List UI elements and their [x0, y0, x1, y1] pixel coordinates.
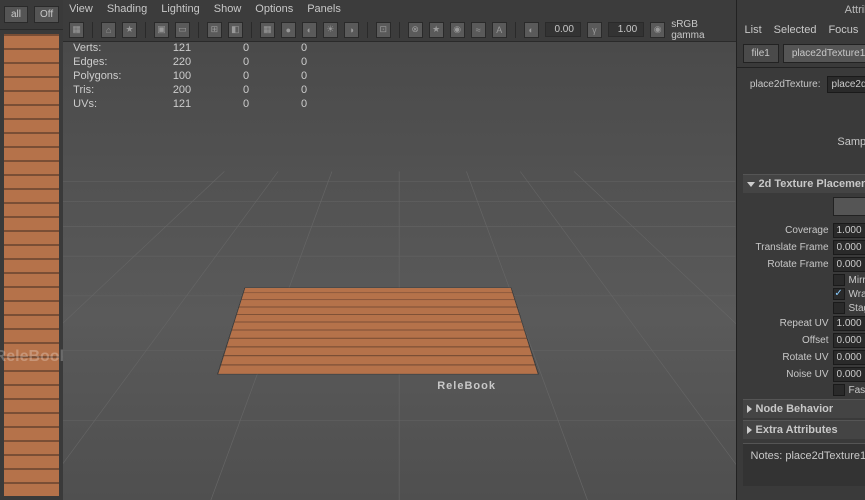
tool-isolate-icon[interactable]: ⊡	[376, 22, 391, 38]
tool-ao-icon[interactable]: ◉	[450, 22, 465, 38]
left-top-bar: all Off	[0, 0, 63, 30]
stagger-checkbox[interactable]	[833, 302, 845, 314]
tool-gamma-icon[interactable]: γ	[587, 22, 602, 38]
viewport-toolbar: ▦ ⌂ ★ ▣ ▭ ⊞ ◧ ▦ ● ◐ ☀ ◑ ⊡ ⊗ ★ ◉ ≈ A ◐ 0.…	[63, 18, 735, 42]
rotate-frame-field[interactable]	[833, 257, 865, 272]
offset-label: Offset	[743, 335, 829, 346]
mirror-u-label: Mirror U	[849, 275, 865, 286]
tool-toggle-icon[interactable]: ◧	[228, 22, 243, 38]
translate-u-field[interactable]	[833, 240, 865, 255]
tab-place2dtexture[interactable]: place2dTexture1	[783, 44, 865, 63]
viewport-hud: Verts:12100 Edges:22000 Polygons:10000 T…	[73, 42, 307, 112]
left-all-button[interactable]: all	[4, 6, 28, 23]
section-2d-placement[interactable]: 2d Texture Placement Attributes	[743, 174, 865, 193]
notes-label: Notes:	[751, 450, 783, 462]
tool-select-icon[interactable]: ▦	[69, 22, 84, 38]
tool-camera-icon[interactable]: ⌂	[101, 22, 116, 38]
viewport-menu-bar: View Shading Lighting Show Options Panel…	[63, 0, 735, 18]
wrap-u-label: Wrap U	[849, 289, 865, 300]
mirror-u-checkbox[interactable]	[833, 274, 845, 286]
attribute-editor-body: place2dTexture: Focus Presets Show Hide …	[737, 68, 865, 500]
ae-menu-selected[interactable]: Selected	[774, 24, 817, 36]
attribute-editor-tabs: file1 place2dTexture1	[737, 40, 865, 68]
left-panel: all Off ReleBook	[0, 0, 63, 500]
stagger-label: Stagger	[849, 303, 865, 314]
attribute-editor-menu: List Selected Focus Attributes Show TURT…	[737, 20, 865, 40]
chevron-down-icon	[747, 182, 755, 187]
offset-u-field[interactable]	[833, 333, 865, 348]
menu-show[interactable]: Show	[214, 3, 242, 15]
noise-u-field[interactable]	[833, 367, 865, 382]
colorspace-label[interactable]: sRGB gamma	[671, 19, 729, 41]
tool-hq-icon[interactable]: ★	[429, 22, 444, 38]
gamma-field[interactable]: 1.00	[608, 22, 644, 37]
translate-frame-label: Translate Frame	[743, 242, 829, 253]
section-extra-attributes[interactable]: Extra Attributes	[743, 420, 865, 439]
attribute-editor-title: Attribute Editor	[737, 0, 865, 20]
hud-polys-label: Polygons:	[73, 70, 133, 82]
wrap-u-checkbox[interactable]	[833, 288, 845, 300]
tool-xray-icon[interactable]: ⊗	[408, 22, 423, 38]
tool-textured-icon[interactable]: ◐	[302, 22, 317, 38]
tab-file1[interactable]: file1	[743, 44, 779, 63]
menu-view[interactable]: View	[69, 3, 93, 15]
menu-options[interactable]: Options	[255, 3, 293, 15]
coverage-label: Coverage	[743, 225, 829, 236]
tool-exposure-icon[interactable]: ◐	[524, 22, 539, 38]
noise-uv-label: Noise UV	[743, 369, 829, 380]
repeat-uv-label: Repeat UV	[743, 318, 829, 329]
chevron-right-icon	[747, 426, 752, 434]
ae-menu-focus[interactable]: Focus	[828, 24, 858, 36]
tool-bookmark-icon[interactable]: ★	[122, 22, 137, 38]
section-node-behavior[interactable]: Node Behavior	[743, 399, 865, 418]
attribute-editor: Attribute Editor List Selected Focus Att…	[736, 0, 865, 500]
node-name-field[interactable]	[827, 76, 865, 93]
viewport-panel: View Shading Lighting Show Options Panel…	[63, 0, 735, 500]
left-off-button[interactable]: Off	[34, 6, 59, 23]
repeat-u-field[interactable]	[833, 316, 865, 331]
hud-uvs-label: UVs:	[73, 98, 133, 110]
fast-label: Fast	[849, 385, 865, 396]
chevron-right-icon	[747, 405, 752, 413]
tool-wireframe-icon[interactable]: ▦	[260, 22, 275, 38]
notes-section: Notes: place2dTexture1	[743, 443, 865, 486]
rotate-uv-label: Rotate UV	[743, 352, 829, 363]
tool-colorspace-icon[interactable]: ◉	[650, 22, 665, 38]
coverage-u-field[interactable]	[833, 223, 865, 238]
node-type-label: place2dTexture:	[743, 79, 821, 90]
hud-verts-label: Verts:	[73, 42, 133, 54]
tool-grid-icon[interactable]: ⊞	[207, 22, 222, 38]
fast-checkbox[interactable]	[833, 384, 845, 396]
ae-menu-list[interactable]: List	[745, 24, 762, 36]
textured-plane[interactable]	[218, 288, 537, 374]
tool-light-icon[interactable]: ☀	[323, 22, 338, 38]
rotate-uv-field[interactable]	[833, 350, 865, 365]
tool-shadow-icon[interactable]: ◑	[344, 22, 359, 38]
hud-tris-label: Tris:	[73, 84, 133, 96]
rotate-frame-label: Rotate Frame	[743, 259, 829, 270]
tool-motion-icon[interactable]: ≈	[471, 22, 486, 38]
menu-shading[interactable]: Shading	[107, 3, 147, 15]
sample-label: Sample	[837, 136, 865, 148]
interactive-placement-button[interactable]: Interactive Placement	[833, 197, 865, 216]
menu-panels[interactable]: Panels	[307, 3, 341, 15]
tool-plane-icon[interactable]: ▭	[175, 22, 190, 38]
hud-edges-label: Edges:	[73, 56, 133, 68]
exposure-field[interactable]: 0.00	[545, 22, 581, 37]
tool-shaded-icon[interactable]: ●	[281, 22, 296, 38]
notes-node-name: place2dTexture1	[785, 450, 865, 462]
texture-preview[interactable]: ReleBook	[4, 34, 59, 496]
tool-image-icon[interactable]: ▣	[154, 22, 169, 38]
tool-aa-icon[interactable]: A	[492, 22, 507, 38]
menu-lighting[interactable]: Lighting	[161, 3, 200, 15]
watermark-text: ReleBook	[0, 348, 68, 366]
